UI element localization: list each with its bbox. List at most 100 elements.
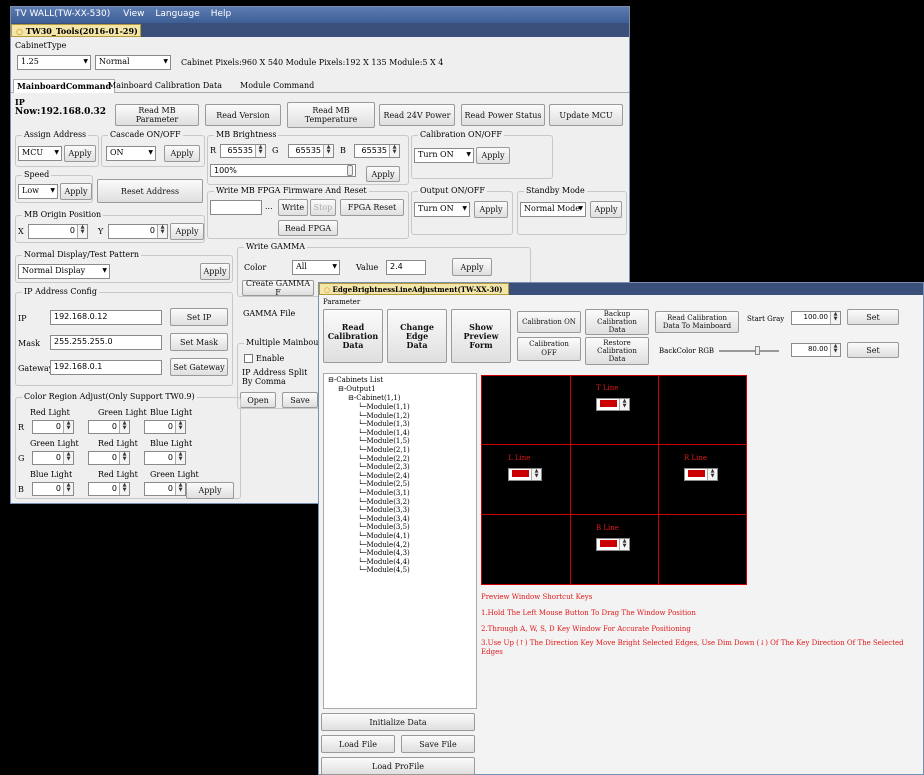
cabinet-size-select[interactable]: 1.25 ▼ [17, 55, 91, 70]
change-edge-data-button[interactable]: Change Edge Data [387, 309, 447, 363]
tree-module-item[interactable]: └─Module(3,2) [358, 498, 410, 506]
ip-input[interactable]: 192.168.0.12 [50, 310, 162, 325]
read-calibration-to-mainboard-button[interactable]: Read Calibration Data To Mainboard [655, 311, 739, 333]
tree-module-item[interactable]: └─Module(1,4) [358, 429, 410, 437]
menu-help[interactable]: Help [211, 9, 232, 19]
read-version-button[interactable]: Read Version [205, 104, 281, 126]
backcolor-spinner[interactable]: 80.00 ▲ ▼ [791, 343, 841, 357]
read-24v-power-button[interactable]: Read 24V Power [379, 104, 455, 126]
normal-display-apply-button[interactable]: Apply [200, 263, 230, 280]
spinner-arrows-icon[interactable]: ▲ ▼ [830, 312, 840, 324]
update-mcu-button[interactable]: Update MCU [549, 104, 623, 126]
spinner-arrows-icon[interactable]: ▲ ▼ [63, 483, 73, 495]
create-gamma-button[interactable]: Create GAMMA F [242, 279, 314, 297]
load-file-button[interactable]: Load File [321, 735, 395, 753]
tree-module-item[interactable]: └─Module(3,3) [358, 506, 410, 514]
tree-cabinet[interactable]: ⊟-Cabinet(1,1) [348, 394, 401, 402]
spinner-arrows-icon[interactable]: ▲ ▼ [157, 225, 167, 238]
spinner-arrows-icon[interactable]: ▲ ▼ [323, 145, 333, 157]
tree-module-item[interactable]: └─Module(4,1) [358, 532, 410, 540]
spinner-arrows-icon[interactable]: ▲ ▼ [119, 483, 129, 495]
tab-mainboard-calibration[interactable]: Mainboard Calibration Data [105, 79, 225, 92]
open-button[interactable]: Open [240, 392, 276, 408]
assign-address-select[interactable]: MCU ▼ [18, 146, 62, 161]
read-mb-parameter-button[interactable]: Read MB Parameter [115, 104, 199, 126]
color-value-spinner[interactable]: 0 ▲ ▼ [88, 420, 130, 434]
mask-input[interactable]: 255.255.255.0 [50, 335, 162, 350]
save-button[interactable]: Save [282, 392, 318, 408]
spinner-arrows-icon[interactable]: ▲ ▼ [531, 469, 541, 480]
slider-thumb[interactable] [347, 165, 353, 176]
tree-module-item[interactable]: └─Module(2,1) [358, 446, 410, 454]
load-profile-button[interactable]: Load ProFile [321, 757, 475, 775]
tree-module-item[interactable]: └─Module(2,5) [358, 480, 410, 488]
backcolor-slider-thumb[interactable] [755, 346, 760, 355]
edge-title-tab[interactable]: ○ EdgeBrightnessLineAdjustment(TW-XX-30) [319, 283, 509, 295]
spinner-arrows-icon[interactable]: ▲ ▼ [175, 483, 185, 495]
spinner-arrows-icon[interactable]: ▲ ▼ [119, 452, 129, 464]
tree-module-item[interactable]: └─Module(4,2) [358, 541, 410, 549]
origin-apply-button[interactable]: Apply [170, 223, 204, 240]
initialize-data-button[interactable]: Initialize Data [321, 713, 475, 731]
reset-address-button[interactable]: Reset Address [97, 179, 203, 203]
set-gateway-button[interactable]: Set Gateway [170, 358, 228, 376]
tab-mainboard-command[interactable]: MainboardCommand [13, 79, 116, 93]
normal-display-select[interactable]: Normal Display ▼ [18, 264, 110, 279]
color-value-spinner[interactable]: 0 ▲ ▼ [32, 451, 74, 465]
color-value-spinner[interactable]: 0 ▲ ▼ [144, 420, 186, 434]
b-line-spinner[interactable]: 100.0 ▲ ▼ [596, 538, 630, 551]
gamma-apply-button[interactable]: Apply [452, 258, 492, 276]
tree-module-item[interactable]: └─Module(2,4) [358, 472, 410, 480]
doc-tab[interactable]: ○ TW30_Tools(2016-01-29) [11, 24, 141, 37]
brightness-g-spinner[interactable]: 65535 ▲ ▼ [288, 144, 334, 158]
read-power-status-button[interactable]: Read Power Status [461, 104, 545, 126]
set-ip-button[interactable]: Set IP [170, 308, 228, 326]
spinner-arrows-icon[interactable]: ▲ ▼ [175, 421, 185, 433]
color-value-spinner[interactable]: 0 ▲ ▼ [88, 451, 130, 465]
tree-module-item[interactable]: └─Module(2,3) [358, 463, 410, 471]
cascade-apply-button[interactable]: Apply [164, 145, 200, 162]
calibration-off-button[interactable]: Calibration OFF [517, 337, 581, 361]
menu-view[interactable]: View [123, 9, 144, 19]
spinner-arrows-icon[interactable]: ▲ ▼ [619, 399, 629, 410]
spinner-arrows-icon[interactable]: ▲ ▼ [389, 145, 399, 157]
show-preview-form-button[interactable]: Show Preview Form [451, 309, 511, 363]
cabinet-mode-select[interactable]: Normal ▼ [95, 55, 171, 70]
l-line-spinner[interactable]: 100.0 ▲ ▼ [508, 468, 542, 481]
output-onoff-apply-button[interactable]: Apply [474, 201, 508, 218]
set-mask-button[interactable]: Set Mask [170, 333, 228, 351]
assign-address-apply-button[interactable]: Apply [64, 145, 96, 162]
speed-apply-button[interactable]: Apply [60, 183, 92, 200]
standby-select[interactable]: Normal Mode ▼ [520, 202, 586, 217]
origin-x-spinner[interactable]: 0 ▲ ▼ [28, 224, 88, 239]
read-mb-temperature-button[interactable]: Read MB Temperature [287, 102, 375, 128]
spinner-arrows-icon[interactable]: ▲ ▼ [63, 421, 73, 433]
calibration-onoff-select[interactable]: Turn ON ▼ [414, 148, 474, 163]
brightness-slider[interactable]: 100% [210, 164, 356, 177]
spinner-arrows-icon[interactable]: ▲ ▼ [119, 421, 129, 433]
cascade-select[interactable]: ON ▼ [106, 146, 156, 161]
spinner-arrows-icon[interactable]: ▲ ▼ [175, 452, 185, 464]
tree-module-item[interactable]: └─Module(1,5) [358, 437, 410, 445]
fpga-write-button[interactable]: Write [278, 199, 308, 216]
spinner-arrows-icon[interactable]: ▲ ▼ [707, 469, 717, 480]
tree-module-item[interactable]: └─Module(4,5) [358, 566, 410, 574]
tree-module-item[interactable]: └─Module(4,3) [358, 549, 410, 557]
spinner-arrows-icon[interactable]: ▲ ▼ [255, 145, 265, 157]
t-line-spinner[interactable]: 100.0 ▲ ▼ [596, 398, 630, 411]
save-file-button[interactable]: Save File [401, 735, 475, 753]
tree-module-item[interactable]: └─Module(3,1) [358, 489, 410, 497]
tree-output[interactable]: ⊟-Output1 [338, 385, 376, 393]
brightness-apply-button[interactable]: Apply [366, 166, 400, 182]
spinner-arrows-icon[interactable]: ▲ ▼ [77, 225, 87, 238]
backup-calibration-data-button[interactable]: Backup Calibration Data [585, 309, 649, 335]
gamma-value-input[interactable]: 2.4 [386, 260, 426, 275]
spinner-arrows-icon[interactable]: ▲ ▼ [830, 344, 840, 356]
tree-module-item[interactable]: └─Module(4,4) [358, 558, 410, 566]
gateway-input[interactable]: 192.168.0.1 [50, 360, 162, 375]
color-value-spinner[interactable]: 0 ▲ ▼ [144, 451, 186, 465]
calibration-onoff-apply-button[interactable]: Apply [476, 147, 510, 164]
fpga-reset-button[interactable]: FPGA Reset [340, 199, 404, 216]
tab-module-command[interactable]: Module Command [237, 79, 317, 92]
read-calibration-data-button[interactable]: Read Calibration Data [323, 309, 383, 363]
